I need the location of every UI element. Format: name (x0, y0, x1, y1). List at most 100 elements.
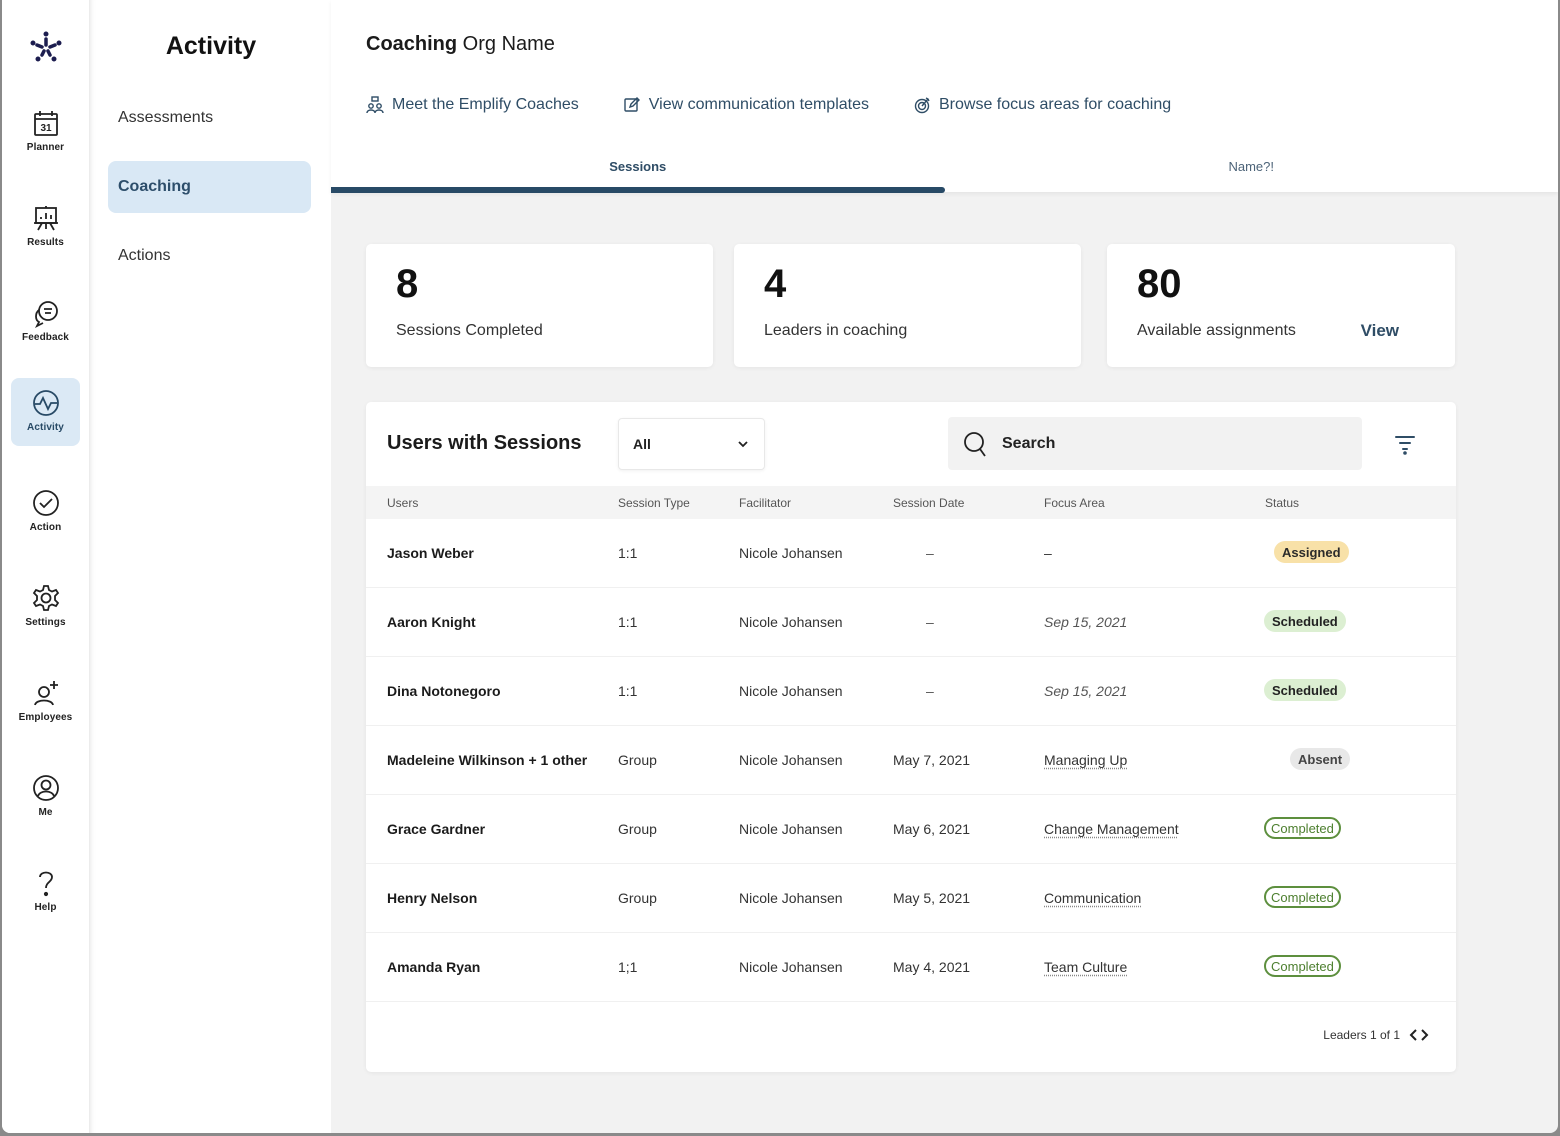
stat-value: 4 (764, 262, 787, 306)
chevron-right-icon[interactable] (1420, 1028, 1430, 1042)
link-label: Browse focus areas for coaching (939, 96, 1172, 113)
gear-icon (32, 585, 59, 611)
table-row[interactable]: Aaron Knight 1:1 Nicole Johansen – Sep 15, 2… (366, 588, 1456, 657)
search-input[interactable] (1002, 434, 1342, 453)
user-name[interactable]: Dina Notonegoro (387, 683, 501, 699)
table-header: Users Session Type Facilitator Session D… (366, 486, 1456, 519)
table-row[interactable]: Grace Gardner Group Nicole Johansen May 6, … (366, 795, 1456, 864)
stat-card-sessions-completed: 8 Sessions Completed (366, 244, 713, 367)
sessions-table-panel: Users with Sessions All Users Session Ty… (366, 402, 1456, 1072)
focus-area[interactable]: Communication (1044, 890, 1141, 906)
check-circle-icon (32, 490, 59, 516)
tab-sessions[interactable]: Sessions (331, 150, 945, 193)
question-icon (38, 871, 53, 897)
focus-area[interactable]: Change Management (1044, 821, 1179, 837)
rail-item-employees[interactable]: Employees (11, 668, 80, 736)
activity-pulse-icon (32, 390, 59, 416)
column-header[interactable]: Session Date (893, 496, 964, 510)
chevron-down-icon (738, 441, 748, 448)
status-badge: Scheduled (1264, 610, 1346, 632)
status-badge: Completed (1264, 886, 1341, 908)
facilitator: Nicole Johansen (739, 752, 843, 768)
search-box (948, 417, 1362, 470)
rail-item-planner[interactable]: 31 Planner (11, 98, 80, 166)
pagination: Leaders 1 of 1 (1323, 1028, 1430, 1042)
stat-caption: Leaders in coaching (764, 322, 908, 339)
user-name[interactable]: Grace Gardner (387, 821, 485, 837)
rail-item-me[interactable]: Me (11, 763, 80, 831)
focus-area: Sep 15, 2021 (1044, 614, 1128, 630)
icon-rail: 31 Planner Results Feedback Activity Act… (2, 0, 90, 1133)
subnav-item-assessments[interactable]: Assessments (108, 92, 311, 144)
facilitator: Nicole Johansen (739, 959, 843, 975)
facilitator: Nicole Johansen (739, 821, 843, 837)
session-type: Group (618, 821, 657, 837)
table-row[interactable]: Dina Notonegoro 1:1 Nicole Johansen – Sep 15… (366, 657, 1456, 726)
stat-card-assignments: 80 Available assignments View (1107, 244, 1455, 367)
session-date: May 4, 2021 (893, 959, 971, 975)
chevron-left-icon[interactable] (1408, 1028, 1418, 1042)
rail-item-results[interactable]: Results (11, 193, 80, 261)
user-circle-icon (32, 775, 59, 801)
session-date: – (926, 545, 934, 561)
table-row[interactable]: Madeleine Wilkinson + 1 other Group Nicole… (366, 726, 1456, 795)
table-row[interactable]: Amanda Ryan 1;1 Nicole Johansen May 4, 2021… (366, 933, 1456, 1002)
stat-card-leaders: 4 Leaders in coaching (734, 244, 1081, 367)
emplify-logo-icon[interactable] (26, 28, 66, 68)
focus-area: – (1044, 545, 1052, 561)
stat-value: 80 (1137, 262, 1182, 306)
secondary-nav: Activity Assessments Coaching Actions (91, 0, 331, 1133)
user-name[interactable]: Madeleine Wilkinson + 1 other (387, 752, 587, 768)
add-user-icon (33, 681, 58, 706)
edit-icon (624, 97, 640, 112)
subnav-item-coaching[interactable]: Coaching (108, 161, 311, 213)
filter-icon[interactable] (1393, 432, 1417, 456)
status-badge: Completed (1264, 817, 1341, 839)
facilitator: Nicole Johansen (739, 614, 843, 630)
rail-label: Settings (25, 617, 66, 628)
tab-name[interactable]: Name?! (945, 150, 1559, 192)
rail-item-action[interactable]: Action (11, 478, 80, 546)
table-row[interactable]: Jason Weber 1:1 Nicole Johansen – – Assigned (366, 519, 1456, 588)
subnav-item-actions[interactable]: Actions (108, 230, 311, 282)
status-badge: Absent (1290, 748, 1351, 770)
meet-coaches-link[interactable]: Meet the Emplify Coaches (366, 96, 579, 114)
column-header[interactable]: Users (387, 496, 418, 510)
communication-templates-link[interactable]: View communication templates (623, 96, 869, 114)
focus-area[interactable]: Managing Up (1044, 752, 1127, 768)
view-assignments-link[interactable]: View (1361, 321, 1399, 341)
rail-label: Feedback (22, 332, 69, 343)
page-title-bold: Coaching (366, 33, 458, 55)
link-label: View communication templates (648, 96, 869, 113)
rail-item-activity[interactable]: Activity (11, 378, 80, 446)
column-header[interactable]: Session Type (618, 496, 690, 510)
rail-label: Results (27, 237, 64, 248)
select-value: All (633, 436, 651, 452)
user-name[interactable]: Amanda Ryan (387, 959, 480, 975)
focus-area[interactable]: Team Culture (1044, 959, 1127, 975)
svg-text:31: 31 (40, 123, 52, 134)
session-filter-select[interactable]: All (618, 418, 765, 470)
page-title: Coaching Org Name (366, 33, 555, 56)
user-name[interactable]: Henry Nelson (387, 890, 477, 906)
user-name[interactable]: Jason Weber (387, 545, 474, 561)
rail-label: Me (38, 807, 53, 818)
facilitator: Nicole Johansen (739, 890, 843, 906)
session-date: May 7, 2021 (893, 752, 971, 768)
rail-label: Action (29, 522, 62, 533)
rail-item-feedback[interactable]: Feedback (11, 288, 80, 356)
session-type: 1;1 (618, 959, 638, 975)
rail-item-help[interactable]: Help (11, 858, 80, 926)
focus-areas-link[interactable]: Browse focus areas for coaching (913, 96, 1171, 114)
column-header[interactable]: Status (1265, 496, 1299, 510)
column-header[interactable]: Facilitator (739, 496, 791, 510)
user-name[interactable]: Aaron Knight (387, 614, 476, 630)
table-row[interactable]: Henry Nelson Group Nicole Johansen May 5, 2… (366, 864, 1456, 933)
column-header[interactable]: Focus Area (1044, 496, 1105, 510)
focus-area: Sep 15, 2021 (1044, 683, 1128, 699)
rail-item-settings[interactable]: Settings (11, 573, 80, 641)
session-date: – (926, 614, 934, 630)
main-content: Coaching Org Name Meet the Emplify Coach… (331, 0, 1558, 1133)
session-date: May 6, 2021 (893, 821, 971, 837)
session-type: 1:1 (618, 545, 638, 561)
